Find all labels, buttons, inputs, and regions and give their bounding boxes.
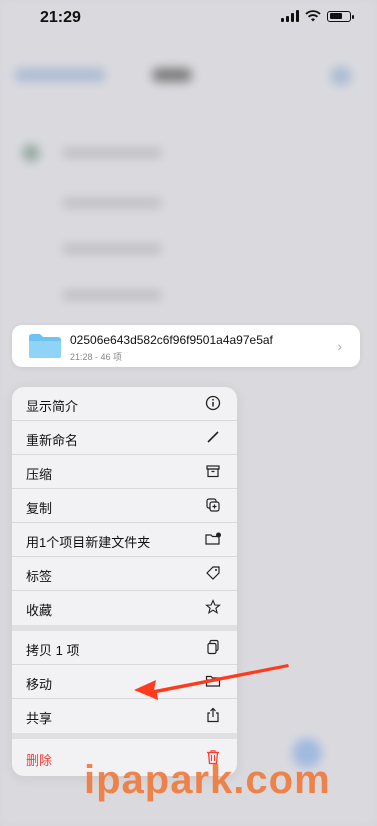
watermark-text: ipapark.com: [84, 758, 331, 802]
annotation-arrow-icon: [134, 664, 289, 700]
